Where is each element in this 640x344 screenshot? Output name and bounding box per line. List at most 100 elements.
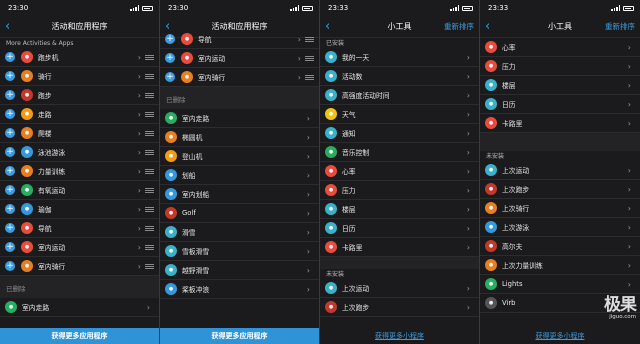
widget-row[interactable]: ● 我的一天 › xyxy=(320,48,479,67)
drag-handle-icon[interactable] xyxy=(145,149,154,155)
add-icon[interactable]: + xyxy=(5,242,15,252)
get-more-apps-button[interactable]: 获得更多应用程序 xyxy=(0,328,159,344)
removed-app-row[interactable]: ● 椭圆机 › xyxy=(160,128,319,147)
heart-icon: ● xyxy=(485,41,497,53)
app-row[interactable]: + ● 跑步 › xyxy=(0,86,159,105)
add-icon[interactable]: + xyxy=(165,72,175,82)
drag-handle-icon[interactable] xyxy=(145,263,154,269)
widget-row[interactable]: ● 活动数 › xyxy=(320,67,479,86)
app-row[interactable]: + ● 室内骑行 › xyxy=(0,257,159,276)
get-more-apps-button[interactable]: 获得更多应用程序 xyxy=(160,328,319,344)
drag-handle-icon[interactable] xyxy=(145,111,154,117)
back-icon[interactable]: ‹ xyxy=(325,18,330,36)
removed-app-row[interactable]: ● 桨板冲浪 › xyxy=(160,280,319,299)
reorder-button[interactable]: 重新排序 xyxy=(605,16,635,38)
uninstalled-widget-row[interactable]: ● 上次运动 › xyxy=(480,161,640,180)
widget-row[interactable]: ● 高强度活动时间 › xyxy=(320,86,479,105)
uninstalled-widget-row[interactable]: ● 上次游泳 › xyxy=(480,218,640,237)
add-icon[interactable]: + xyxy=(5,90,15,100)
item-label: 上次骑行 xyxy=(502,205,530,213)
widget-row[interactable]: ● 通知 › xyxy=(320,124,479,143)
removed-app-row[interactable]: ● 室内划船 › xyxy=(160,185,319,204)
add-icon[interactable]: + xyxy=(5,128,15,138)
add-icon[interactable]: + xyxy=(165,53,175,63)
page-title: 小工具 xyxy=(548,22,572,31)
uninstalled-widget-row[interactable]: ● 上次运动 › xyxy=(320,279,479,298)
widget-row[interactable]: ● 心率 › xyxy=(480,38,640,57)
item-label: 上次游泳 xyxy=(502,224,530,232)
app-row[interactable]: + ● 骑行 › xyxy=(0,67,159,86)
get-more-widgets-link[interactable]: 获得更多小程序 xyxy=(320,328,479,344)
drag-handle-icon[interactable] xyxy=(145,73,154,79)
weather-icon: ● xyxy=(325,108,337,120)
add-icon[interactable]: + xyxy=(5,204,15,214)
widget-row[interactable]: ● 心率 › xyxy=(320,162,479,181)
widget-row[interactable]: ● 天气 › xyxy=(320,105,479,124)
app-row[interactable]: + ● 爬楼 › xyxy=(0,124,159,143)
add-icon[interactable]: + xyxy=(5,109,15,119)
notification-icon: ● xyxy=(325,127,337,139)
widget-row[interactable]: ● 音乐控制 › xyxy=(320,143,479,162)
removed-app-row[interactable]: ● 登山机 › xyxy=(160,147,319,166)
drag-handle-icon[interactable] xyxy=(145,92,154,98)
app-row[interactable]: + ● 走路 › xyxy=(0,105,159,124)
app-row[interactable]: + ● 导航 › xyxy=(160,30,319,49)
widget-row[interactable]: ● 压力 › xyxy=(320,181,479,200)
widget-row[interactable]: ● 楼层 › xyxy=(480,76,640,95)
add-icon[interactable]: + xyxy=(5,223,15,233)
app-row[interactable]: + ● 室内运动 › xyxy=(0,238,159,257)
uninstalled-widget-row[interactable]: ● 上次力量训练 › xyxy=(480,256,640,275)
app-row[interactable]: + ● 室内骑行 › xyxy=(160,68,319,87)
get-more-widgets-link[interactable]: 获得更多小程序 xyxy=(480,328,640,344)
removed-app-row[interactable]: ● 越野滑雪 › xyxy=(160,261,319,280)
add-icon[interactable]: + xyxy=(5,71,15,81)
item-label: 椭圆机 xyxy=(182,134,203,142)
add-icon[interactable]: + xyxy=(5,185,15,195)
widget-row[interactable]: ● 压力 › xyxy=(480,57,640,76)
calendar-icon: ● xyxy=(325,222,337,234)
add-icon[interactable]: + xyxy=(165,34,175,44)
removed-app-row[interactable]: ● 滑雪 › xyxy=(160,223,319,242)
widget-row[interactable]: ● 卡路里 › xyxy=(480,114,640,133)
back-icon[interactable]: ‹ xyxy=(5,18,10,36)
add-icon[interactable]: + xyxy=(5,261,15,271)
removed-app-row[interactable]: ● 划船 › xyxy=(160,166,319,185)
widget-row[interactable]: ● 楼层 › xyxy=(320,200,479,219)
widget-row[interactable]: ● 日历 › xyxy=(320,219,479,238)
uninstalled-widget-row[interactable]: ● 上次跑步 › xyxy=(480,180,640,199)
removed-app-row[interactable]: ● 室内走路 › xyxy=(160,109,319,128)
drag-handle-icon[interactable] xyxy=(305,36,314,42)
app-row[interactable]: + ● 导航 › xyxy=(0,219,159,238)
item-label: 越野滑雪 xyxy=(182,267,210,275)
page-title: 小工具 xyxy=(387,22,412,31)
add-icon[interactable]: + xyxy=(5,147,15,157)
drag-handle-icon[interactable] xyxy=(145,168,154,174)
drag-handle-icon[interactable] xyxy=(145,54,154,60)
removed-app-row[interactable]: ● 雪板滑雪 › xyxy=(160,242,319,261)
removed-app-row[interactable]: ● 室内走路 › xyxy=(0,298,159,317)
uninstalled-widget-row[interactable]: ● 高尔夫 › xyxy=(480,237,640,256)
widget-row[interactable]: ● 卡路里 › xyxy=(320,238,479,257)
widget-row[interactable]: ● 日历 › xyxy=(480,95,640,114)
drag-handle-icon[interactable] xyxy=(305,74,314,80)
add-icon[interactable]: + xyxy=(5,166,15,176)
app-row[interactable]: + ● 泳池游泳 › xyxy=(0,143,159,162)
drag-handle-icon[interactable] xyxy=(145,225,154,231)
drag-handle-icon[interactable] xyxy=(305,55,314,61)
reorder-button[interactable]: 重新排序 xyxy=(444,16,474,38)
drag-handle-icon[interactable] xyxy=(145,130,154,136)
back-icon[interactable]: ‹ xyxy=(485,18,490,36)
app-row[interactable]: + ● 有氧运动 › xyxy=(0,181,159,200)
drag-handle-icon[interactable] xyxy=(145,244,154,250)
app-row[interactable]: + ● 跑步机 › xyxy=(0,48,159,67)
app-row[interactable]: + ● 瑜伽 › xyxy=(0,200,159,219)
removed-app-row[interactable]: ● Golf › xyxy=(160,204,319,223)
app-row[interactable]: + ● 力量训练 › xyxy=(0,162,159,181)
add-icon[interactable]: + xyxy=(5,52,15,62)
drag-handle-icon[interactable] xyxy=(145,206,154,212)
uninstalled-widget-row[interactable]: ● 上次跑步 › xyxy=(320,298,479,317)
app-row[interactable]: + ● 室内运动 › xyxy=(160,49,319,68)
drag-handle-icon[interactable] xyxy=(145,187,154,193)
chevron-right-icon: › xyxy=(627,203,631,213)
uninstalled-widget-row[interactable]: ● 上次骑行 › xyxy=(480,199,640,218)
